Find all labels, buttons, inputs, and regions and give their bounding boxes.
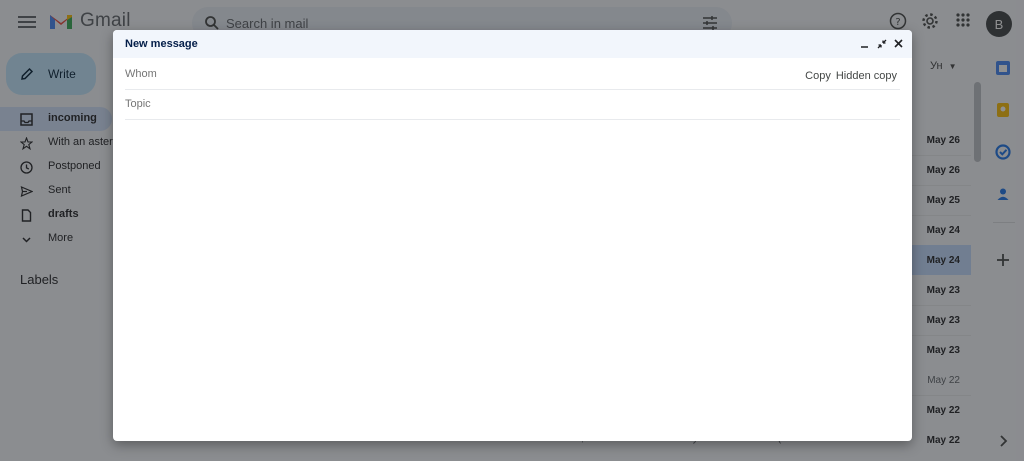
- subject-field-row: [125, 90, 900, 120]
- to-input[interactable]: [125, 64, 775, 84]
- message-body: [125, 120, 904, 435]
- cc-bcc-links: Copy Hidden copy: [805, 70, 897, 82]
- compose-title: New message: [125, 38, 198, 50]
- bcc-link[interactable]: Hidden copy: [836, 70, 897, 82]
- to-field-row: Copy Hidden copy: [125, 60, 900, 90]
- message-body-input[interactable]: [125, 120, 904, 435]
- compose-dialog: New message Whom Copy Hidden copy Topic: [113, 30, 912, 441]
- compose-window-controls: [859, 38, 904, 49]
- compose-header[interactable]: New message: [113, 30, 912, 58]
- exit-fullscreen-icon[interactable]: [876, 38, 887, 49]
- cc-link[interactable]: Copy: [805, 70, 831, 82]
- gmail-app: Gmail Search in mail ? B: [0, 0, 1024, 461]
- minimize-icon[interactable]: [859, 38, 870, 49]
- close-icon[interactable]: [893, 38, 904, 49]
- subject-input[interactable]: [125, 94, 775, 114]
